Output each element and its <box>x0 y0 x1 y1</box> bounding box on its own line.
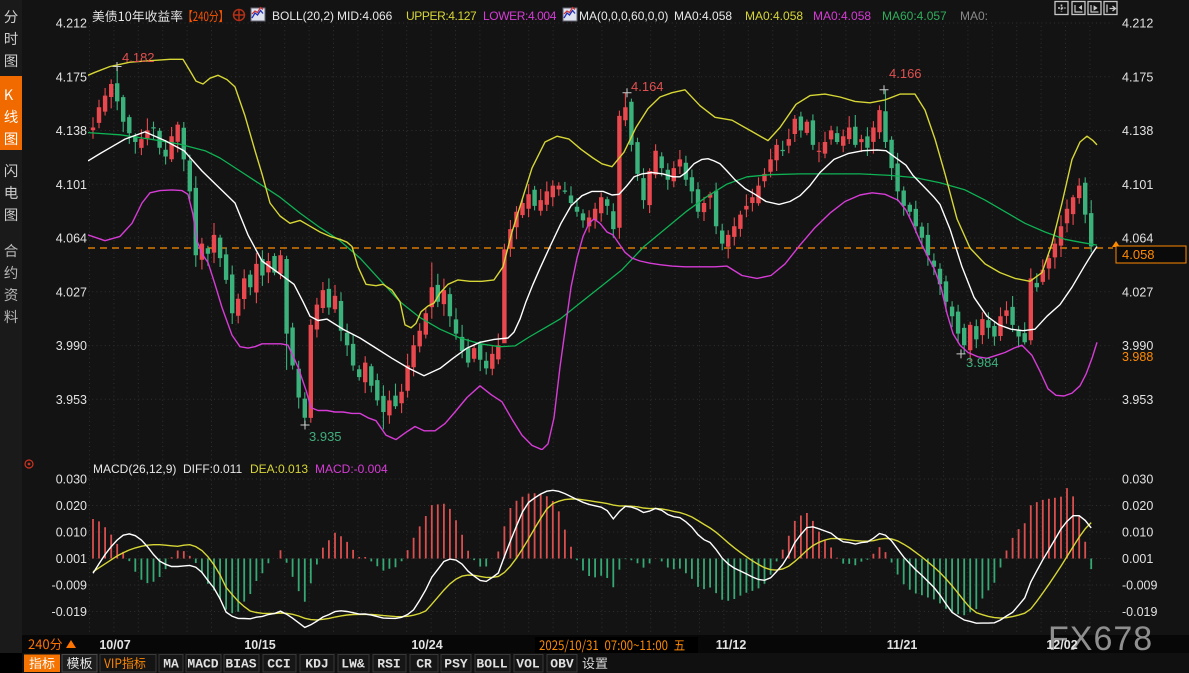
svg-text:3.953: 3.953 <box>1122 393 1153 407</box>
svg-text:-0.019: -0.019 <box>52 605 87 619</box>
svg-text:0.010: 0.010 <box>1122 526 1153 540</box>
svg-text:3.953: 3.953 <box>56 393 87 407</box>
svg-text:MID:4.066: MID:4.066 <box>337 9 393 23</box>
svg-text:LOWER:4.004: LOWER:4.004 <box>483 9 557 23</box>
svg-text:4.182: 4.182 <box>122 50 155 65</box>
svg-text:MA0:4.058: MA0:4.058 <box>674 9 732 23</box>
svg-text:3.988: 3.988 <box>1122 350 1153 364</box>
svg-text:BIAS: BIAS <box>225 657 256 672</box>
svg-text:4.101: 4.101 <box>56 178 87 192</box>
svg-text:DIFF:0.011: DIFF:0.011 <box>183 462 242 476</box>
svg-text:BOLL: BOLL <box>476 657 507 672</box>
svg-text:4.166: 4.166 <box>889 66 922 81</box>
svg-text:0.030: 0.030 <box>56 473 87 487</box>
svg-text:3.984: 3.984 <box>966 355 999 370</box>
svg-text:4.138: 4.138 <box>56 124 87 138</box>
svg-text:MA(0,0,0,60,0,0): MA(0,0,0,60,0,0) <box>579 9 668 23</box>
svg-text:4.064: 4.064 <box>1122 232 1153 246</box>
svg-text:11/21: 11/21 <box>887 638 918 652</box>
svg-text:VOL: VOL <box>516 657 540 672</box>
svg-text:4.058: 4.058 <box>1122 247 1155 262</box>
svg-text:0.020: 0.020 <box>56 499 87 513</box>
svg-text:4.027: 4.027 <box>1122 285 1153 299</box>
svg-text:MACD:-0.004: MACD:-0.004 <box>315 462 388 476</box>
svg-text:MA: MA <box>163 657 179 672</box>
svg-text:CCI: CCI <box>267 657 290 672</box>
svg-text:10/15: 10/15 <box>244 638 275 652</box>
svg-text:MACD: MACD <box>187 657 218 672</box>
svg-text:4.212: 4.212 <box>56 17 87 31</box>
svg-text:BOLL(20,2): BOLL(20,2) <box>272 9 334 23</box>
svg-text:3.935: 3.935 <box>309 429 342 444</box>
svg-text:4.164: 4.164 <box>631 79 664 94</box>
svg-text:4.212: 4.212 <box>1122 17 1153 31</box>
svg-text:11/12: 11/12 <box>716 638 747 652</box>
svg-text:4.175: 4.175 <box>56 70 87 84</box>
svg-text:MA0:: MA0: <box>960 9 988 23</box>
svg-text:4.064: 4.064 <box>56 232 87 246</box>
svg-text:-0.009: -0.009 <box>52 579 87 593</box>
svg-text:LW&: LW& <box>341 657 365 672</box>
svg-text:4.175: 4.175 <box>1122 70 1153 84</box>
svg-text:CR: CR <box>416 657 432 672</box>
svg-text:MA0:4.058: MA0:4.058 <box>813 9 871 23</box>
svg-text:0.010: 0.010 <box>56 526 87 540</box>
svg-text:0.030: 0.030 <box>1122 473 1153 487</box>
svg-text:-0.019: -0.019 <box>1122 605 1157 619</box>
svg-text:UPPER:4.127: UPPER:4.127 <box>406 9 477 23</box>
svg-text:MACD(26,12,9): MACD(26,12,9) <box>93 462 176 476</box>
svg-text:RSI: RSI <box>377 657 400 672</box>
svg-text:0.020: 0.020 <box>1122 499 1153 513</box>
svg-text:10/07: 10/07 <box>99 638 130 652</box>
svg-text:OBV: OBV <box>550 657 574 672</box>
svg-text:PSY: PSY <box>444 657 468 672</box>
svg-text:-0.009: -0.009 <box>1122 579 1157 593</box>
svg-text:10/24: 10/24 <box>411 638 442 652</box>
svg-text:MA0:4.058: MA0:4.058 <box>745 9 803 23</box>
svg-text:DEA:0.013: DEA:0.013 <box>250 462 308 476</box>
svg-text:3.990: 3.990 <box>56 339 87 353</box>
svg-text:MA60:4.057: MA60:4.057 <box>882 9 947 23</box>
svg-text:0.001: 0.001 <box>1122 552 1153 566</box>
svg-text:KDJ: KDJ <box>305 657 328 672</box>
svg-text:12/02: 12/02 <box>1046 638 1077 652</box>
svg-text:0.001: 0.001 <box>56 552 87 566</box>
svg-text:4.138: 4.138 <box>1122 124 1153 138</box>
svg-text:4.027: 4.027 <box>56 285 87 299</box>
svg-text:4.101: 4.101 <box>1122 178 1153 192</box>
